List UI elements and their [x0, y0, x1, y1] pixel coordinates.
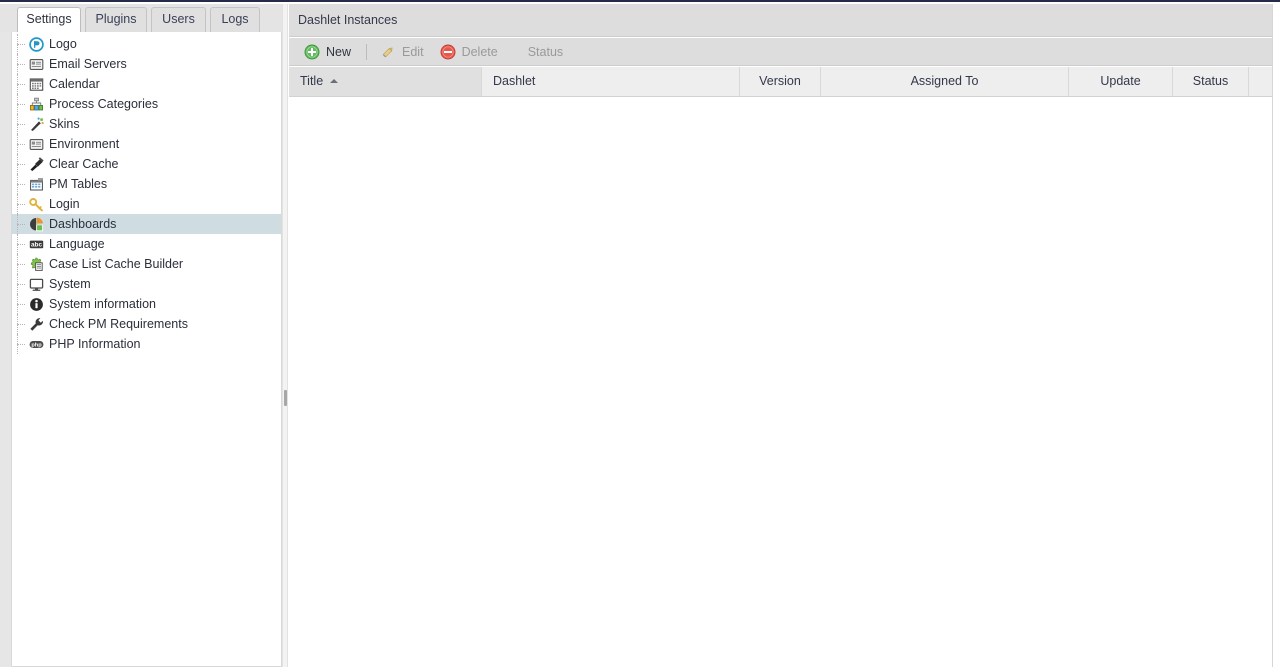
sidebar-item-environment[interactable]: Environment: [12, 134, 281, 154]
grid-column-header-spacer: [1249, 67, 1273, 96]
sidebar-item-label: Login: [49, 197, 80, 211]
new-button[interactable]: New: [297, 41, 358, 63]
grid-column-header-assigned-to[interactable]: Assigned To: [821, 67, 1069, 96]
processmaker-logo-icon: [29, 37, 44, 52]
page-title: Dashlet Instances: [289, 4, 1272, 37]
sidebar-item-email-servers[interactable]: Email Servers: [12, 54, 281, 74]
left-panel: Settings Plugins Users Logs Logo Email Serve…: [0, 4, 282, 667]
grid-column-label: Title: [300, 74, 324, 88]
grid-column-label: Version: [759, 74, 801, 88]
language-abc-icon: abc: [29, 237, 44, 252]
sidebar-item-check-pm-requirements[interactable]: Check PM Requirements: [12, 314, 281, 334]
vertical-scrollbar[interactable]: [1272, 4, 1280, 667]
sidebar-item-logo[interactable]: Logo: [12, 34, 281, 54]
sidebar-item-skins[interactable]: Skins: [12, 114, 281, 134]
grid-column-label: Assigned To: [910, 74, 979, 88]
delete-circle-icon: [440, 44, 456, 60]
delete-button[interactable]: Delete: [433, 41, 505, 63]
grid-column-label: Dashlet: [493, 74, 536, 88]
sidebar-item-label: Clear Cache: [49, 157, 119, 171]
system-monitor-icon: [29, 277, 44, 292]
splitter-collapse-handle[interactable]: [284, 390, 287, 406]
grid-column-headers: Title Dashlet Version Assigned To Update Stat…: [289, 67, 1273, 97]
tab-users[interactable]: Users: [151, 7, 206, 32]
sidebar-item-pm-tables[interactable]: PM Tables: [12, 174, 281, 194]
grid-column-label: Status: [1192, 74, 1229, 88]
grid-column-header-dashlet[interactable]: Dashlet: [482, 67, 740, 96]
sidebar-item-label: Calendar: [49, 77, 100, 91]
admin-console-window: Settings Plugins Users Logs Logo Email Serve…: [0, 0, 1280, 667]
wrench-icon: [29, 317, 44, 332]
sidebar-item-language[interactable]: abc Language: [12, 234, 281, 254]
right-panel: Dashlet Instances New Edit Delete Status…: [289, 4, 1280, 667]
sidebar-item-label: Email Servers: [49, 57, 127, 71]
edit-button-label: Edit: [402, 44, 424, 59]
sidebar-item-clear-cache[interactable]: Clear Cache: [12, 154, 281, 174]
edit-button[interactable]: Edit: [373, 41, 431, 63]
settings-tree-panel: Logo Email Servers Calendar Process Categor…: [11, 32, 282, 667]
plus-circle-icon: [304, 44, 320, 60]
sidebar-item-php-information[interactable]: php PHP Information: [12, 334, 281, 354]
sidebar-item-label: Process Categories: [49, 97, 159, 111]
sidebar-item-label: Logo: [49, 37, 77, 51]
sidebar-item-label: System information: [49, 297, 156, 311]
sidebar-item-case-list-cache-builder[interactable]: Case List Cache Builder: [12, 254, 281, 274]
grid-column-label: Update: [1100, 74, 1141, 88]
toolbar-separator: [366, 43, 368, 60]
sidebar-item-label: Dashboards: [49, 217, 117, 231]
login-key-icon: [29, 197, 44, 212]
delete-button-label: Delete: [461, 44, 498, 59]
status-button-label: Status: [527, 44, 564, 59]
sidebar-item-label: Environment: [49, 137, 120, 151]
sidebar-item-process-categories[interactable]: Process Categories: [12, 94, 281, 114]
sidebar-item-dashboards[interactable]: Dashboards: [12, 214, 281, 234]
skins-wand-icon: [29, 117, 44, 132]
process-categories-icon: [29, 97, 44, 112]
clear-cache-brush-icon: [29, 157, 44, 172]
pencil-icon: [380, 44, 396, 60]
settings-tree: Logo Email Servers Calendar Process Categor…: [12, 32, 281, 354]
sidebar-item-system-information[interactable]: System information: [12, 294, 281, 314]
sidebar-item-label: System: [49, 277, 91, 291]
tab-plugins[interactable]: Plugins: [85, 7, 147, 32]
sidebar-item-login[interactable]: Login: [12, 194, 281, 214]
calendar-icon: [29, 77, 44, 92]
sidebar-item-label: Check PM Requirements: [49, 317, 188, 331]
case-list-cache-icon: [29, 257, 44, 272]
sidebar-item-label: Skins: [49, 117, 80, 131]
grid-column-header-update[interactable]: Update: [1069, 67, 1173, 96]
dashboards-pie-icon: [29, 217, 44, 232]
sidebar-item-label: PHP Information: [49, 337, 141, 351]
sidebar-item-label: Case List Cache Builder: [49, 257, 184, 271]
svg-text:abc: abc: [31, 242, 42, 249]
panel-splitter[interactable]: [282, 4, 288, 667]
tab-strip: Settings Plugins Users Logs: [0, 4, 282, 33]
grid-column-header-version[interactable]: Version: [740, 67, 821, 96]
sidebar-item-label: Language: [49, 237, 105, 251]
grid-column-header-status[interactable]: Status: [1173, 67, 1249, 96]
php-icon: php: [29, 337, 44, 352]
svg-text:php: php: [31, 343, 42, 349]
environment-icon: [29, 137, 44, 152]
pm-tables-icon: [29, 177, 44, 192]
grid-toolbar: New Edit Delete Status: [289, 38, 1272, 66]
email-server-icon: [29, 57, 44, 72]
sidebar-item-system[interactable]: System: [12, 274, 281, 294]
sidebar-item-label: PM Tables: [49, 177, 108, 191]
new-button-label: New: [326, 44, 352, 59]
tab-logs[interactable]: Logs: [210, 7, 260, 32]
sidebar-item-calendar[interactable]: Calendar: [12, 74, 281, 94]
tab-settings[interactable]: Settings: [17, 7, 81, 33]
sort-ascending-icon: [330, 78, 339, 83]
info-icon: [29, 297, 44, 312]
status-button[interactable]: Status: [521, 41, 570, 63]
grid-body: [289, 97, 1272, 667]
grid-column-header-title[interactable]: Title: [289, 67, 482, 96]
